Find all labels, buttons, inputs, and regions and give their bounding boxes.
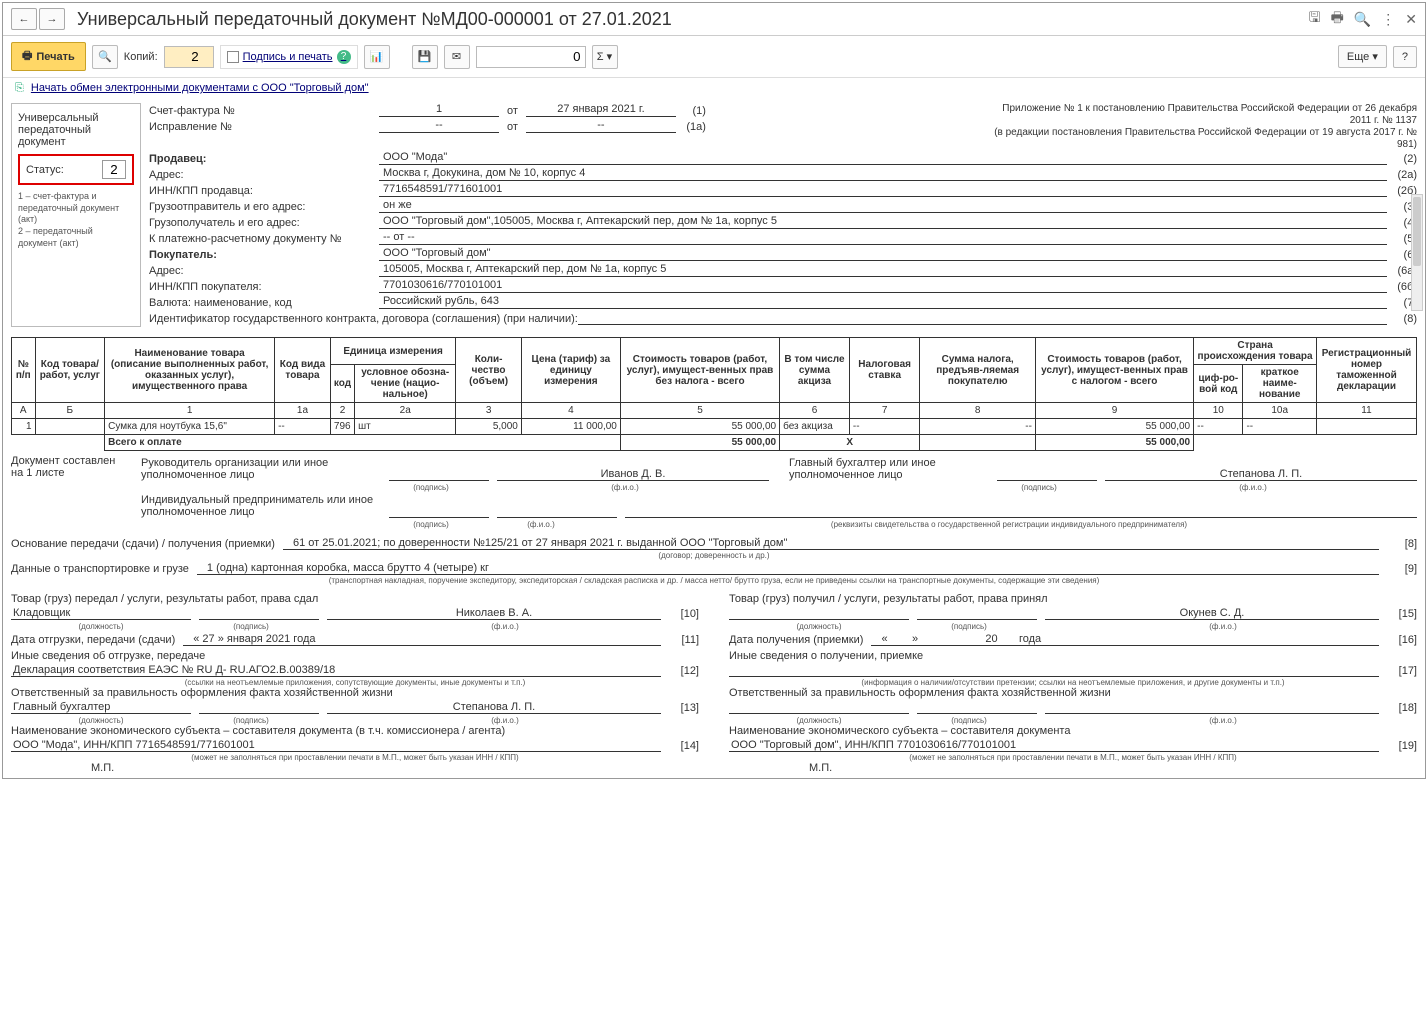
save-disk-button[interactable]: 💾 — [412, 45, 438, 69]
sigma-button[interactable]: Σ ▾ — [592, 45, 618, 69]
amount-input[interactable] — [476, 46, 586, 68]
print-icon[interactable]: 🖶 — [1331, 7, 1344, 31]
save-icon[interactable]: 🖫 — [1309, 7, 1321, 31]
table-row: 1 Сумка для ноутбука 15,6" -- 796 шт 5,0… — [12, 419, 1417, 435]
edi-link[interactable]: Начать обмен электронными документами с … — [31, 82, 369, 94]
edit-cells-button[interactable]: 📊 — [364, 45, 390, 69]
checkbox-icon — [227, 51, 239, 63]
menu-dots-icon[interactable]: ⋮ — [1381, 11, 1395, 28]
totals-row: Всего к оплате 55 000,00 X 55 000,00 — [12, 435, 1417, 451]
receive-block: Товар (груз) получил / услуги, результат… — [729, 593, 1417, 774]
transfer-block: Товар (груз) передал / услуги, результат… — [11, 593, 699, 774]
help-button[interactable]: ? — [1393, 46, 1417, 68]
edi-link-row: ⎘ Начать обмен электронными документами … — [3, 78, 1425, 99]
close-icon[interactable]: ✕ — [1405, 11, 1417, 28]
sign-print-toggle[interactable]: Подпись и печать? — [220, 45, 358, 69]
printer-icon: 🖶 — [22, 47, 32, 66]
help-icon[interactable]: ? — [337, 50, 351, 64]
email-button[interactable]: ✉ — [444, 45, 470, 69]
status-panel: Универсальный передаточный документ Стат… — [11, 103, 141, 327]
nav-forward-button[interactable]: → — [39, 8, 65, 30]
edi-icon: ⎘ — [15, 82, 24, 94]
titlebar: ← → Универсальный передаточный документ … — [3, 3, 1425, 36]
status-field: Статус: — [18, 154, 134, 185]
toolbar: 🖶Печать 🔍 Копий: Подпись и печать? 📊 💾 ✉… — [3, 36, 1425, 78]
preview-button[interactable]: 🔍 — [92, 45, 118, 69]
footer: Документ составлен на 1 листе Руководите… — [3, 451, 1425, 778]
search-icon[interactable]: 🔍 — [1354, 11, 1371, 28]
copies-input[interactable] — [164, 46, 214, 68]
status-input[interactable] — [102, 160, 126, 179]
status-legend: 1 – счет-фактура и передаточный документ… — [18, 191, 134, 249]
nav-back-button[interactable]: ← — [11, 8, 37, 30]
print-button[interactable]: 🖶Печать — [11, 42, 86, 71]
copies-label: Копий: — [124, 51, 158, 63]
window-title: Универсальный передаточный документ №МД0… — [77, 9, 1309, 30]
vertical-scrollbar[interactable] — [1411, 194, 1423, 311]
items-table: № п/п Код товара/ работ, услуг Наименова… — [11, 337, 1417, 451]
more-button[interactable]: Еще ▾ — [1338, 45, 1387, 68]
document-header: Счет-фактура №1от27 января 2021 г.(1) Ис… — [149, 103, 1417, 327]
